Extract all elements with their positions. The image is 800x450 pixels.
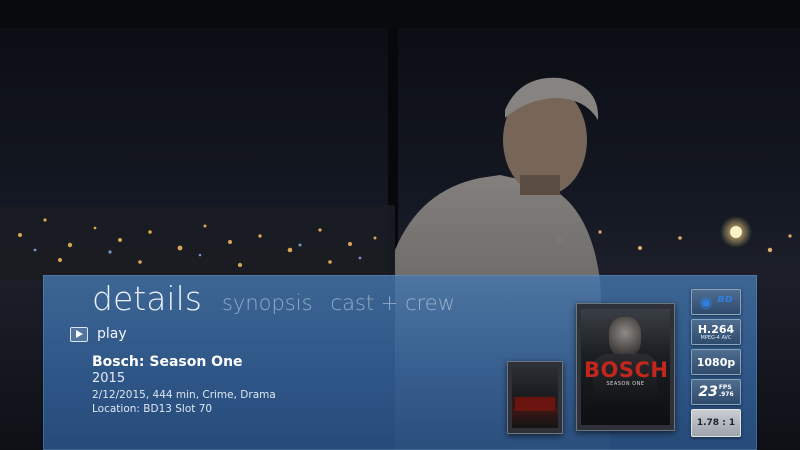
fps-fraction: .976 <box>718 391 734 398</box>
tab-bar: detailssynopsiscast + crewaud <box>92 279 462 319</box>
codec-label: H.264 <box>697 322 735 336</box>
fps-badge: 23 FPS .976 <box>691 379 741 405</box>
bluray-logo-icon: ◉ ᴮᴰ <box>699 292 733 311</box>
movie-year: 2015 <box>92 371 126 386</box>
tab-synopsis[interactable]: synopsis <box>222 291 313 315</box>
movie-title: Bosch: Season One <box>92 354 243 370</box>
movie-meta: 2/12/2015, 444 min, Crime, Drama <box>92 389 276 401</box>
tab-details[interactable]: details <box>92 279 202 318</box>
resolution-badge: 1080p <box>691 349 741 375</box>
aspect-ratio-badge: 1.78 : 1 <box>691 409 741 437</box>
codec-badge: H.264 MPEG-4 AVC <box>691 319 741 345</box>
fps-number: 23 <box>698 384 718 400</box>
cover-back-thumbnail[interactable] <box>507 361 563 434</box>
movie-location: Location: BD13 Slot 70 <box>92 403 213 415</box>
movie-info: Bosch: Season One 2015 2/12/2015, 444 mi… <box>92 354 276 415</box>
play-icon <box>70 326 88 342</box>
play-button[interactable]: play <box>70 326 127 342</box>
play-label: play <box>97 326 127 342</box>
cover-front[interactable]: BOSCH SEASON ONE <box>576 303 675 431</box>
codec-sublabel: MPEG-4 AVC <box>700 334 732 341</box>
cover-subtitle: SEASON ONE <box>606 381 645 387</box>
bluray-badge: ◉ ᴮᴰ <box>691 289 741 315</box>
aspect-ratio-label: 1.78 : 1 <box>696 418 736 428</box>
cover-title: BOSCH <box>584 358 669 382</box>
tab-cast-crew[interactable]: cast + crew <box>331 291 455 315</box>
resolution-label: 1080p <box>696 355 736 369</box>
